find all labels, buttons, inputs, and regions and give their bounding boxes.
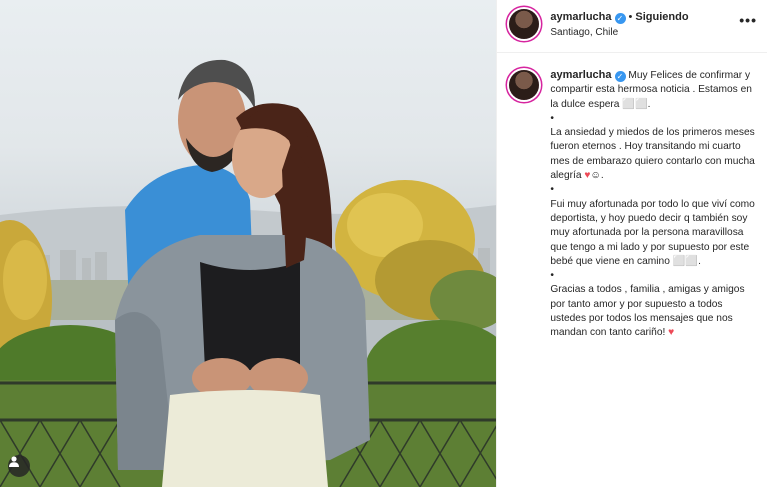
caption-bullet: • (550, 270, 554, 282)
caption-text-4: Gracias a todos , familia , amigas y ami… (550, 284, 745, 339)
caption-username[interactable]: aymarlucha (550, 69, 611, 81)
verified-badge-icon: ✓ (614, 71, 626, 82)
more-options-icon[interactable]: ••• (739, 12, 757, 28)
caption-paragraph-3: Fui muy afortunada por todo lo que viví … (550, 198, 755, 267)
user-tag-icon[interactable] (8, 455, 30, 477)
post-caption: aymarlucha ✓ Muy Felices de confirmar y c… (509, 68, 759, 341)
caption-paragraph-1: aymarlucha ✓ Muy Felices de confirmar y c… (550, 68, 759, 112)
header-username[interactable]: aymarlucha (550, 11, 611, 23)
post-photo[interactable] (0, 0, 497, 487)
couple-photo-illustration (0, 59, 497, 487)
verified-badge-icon: ✓ (614, 13, 626, 24)
header-separator: • (628, 11, 633, 23)
avatar[interactable] (509, 9, 540, 39)
post-header: aymarlucha ✓ • Siguiendo Santiago, Chile ••… (497, 0, 767, 53)
person-icon (9, 456, 19, 467)
caption-text-2-end: ☺. (590, 170, 604, 182)
instagram-post: aymarlucha ✓ • Siguiendo Santiago, Chile ••… (0, 0, 767, 487)
heart-icon: ♥ (668, 327, 675, 339)
caption-bullet: • (550, 112, 554, 124)
following-button[interactable]: Siguiendo (635, 11, 688, 23)
caption-body: aymarlucha ✓ Muy Felices de confirmar y c… (550, 68, 759, 341)
header-line: aymarlucha ✓ • Siguiendo (550, 11, 689, 24)
caption-avatar[interactable] (509, 70, 540, 100)
caption-paragraph-4: Gracias a todos , familia , amigas y ami… (550, 283, 759, 340)
caption-bullet: • (550, 184, 554, 196)
location-link[interactable]: Santiago, Chile (550, 27, 618, 38)
post-side-panel: aymarlucha ✓ • Siguiendo Santiago, Chile ••… (496, 0, 767, 487)
caption-text-2: La ansiedad y miedos de los primeros mes… (550, 127, 755, 182)
caption-paragraph-2: La ansiedad y miedos de los primeros mes… (550, 126, 759, 183)
